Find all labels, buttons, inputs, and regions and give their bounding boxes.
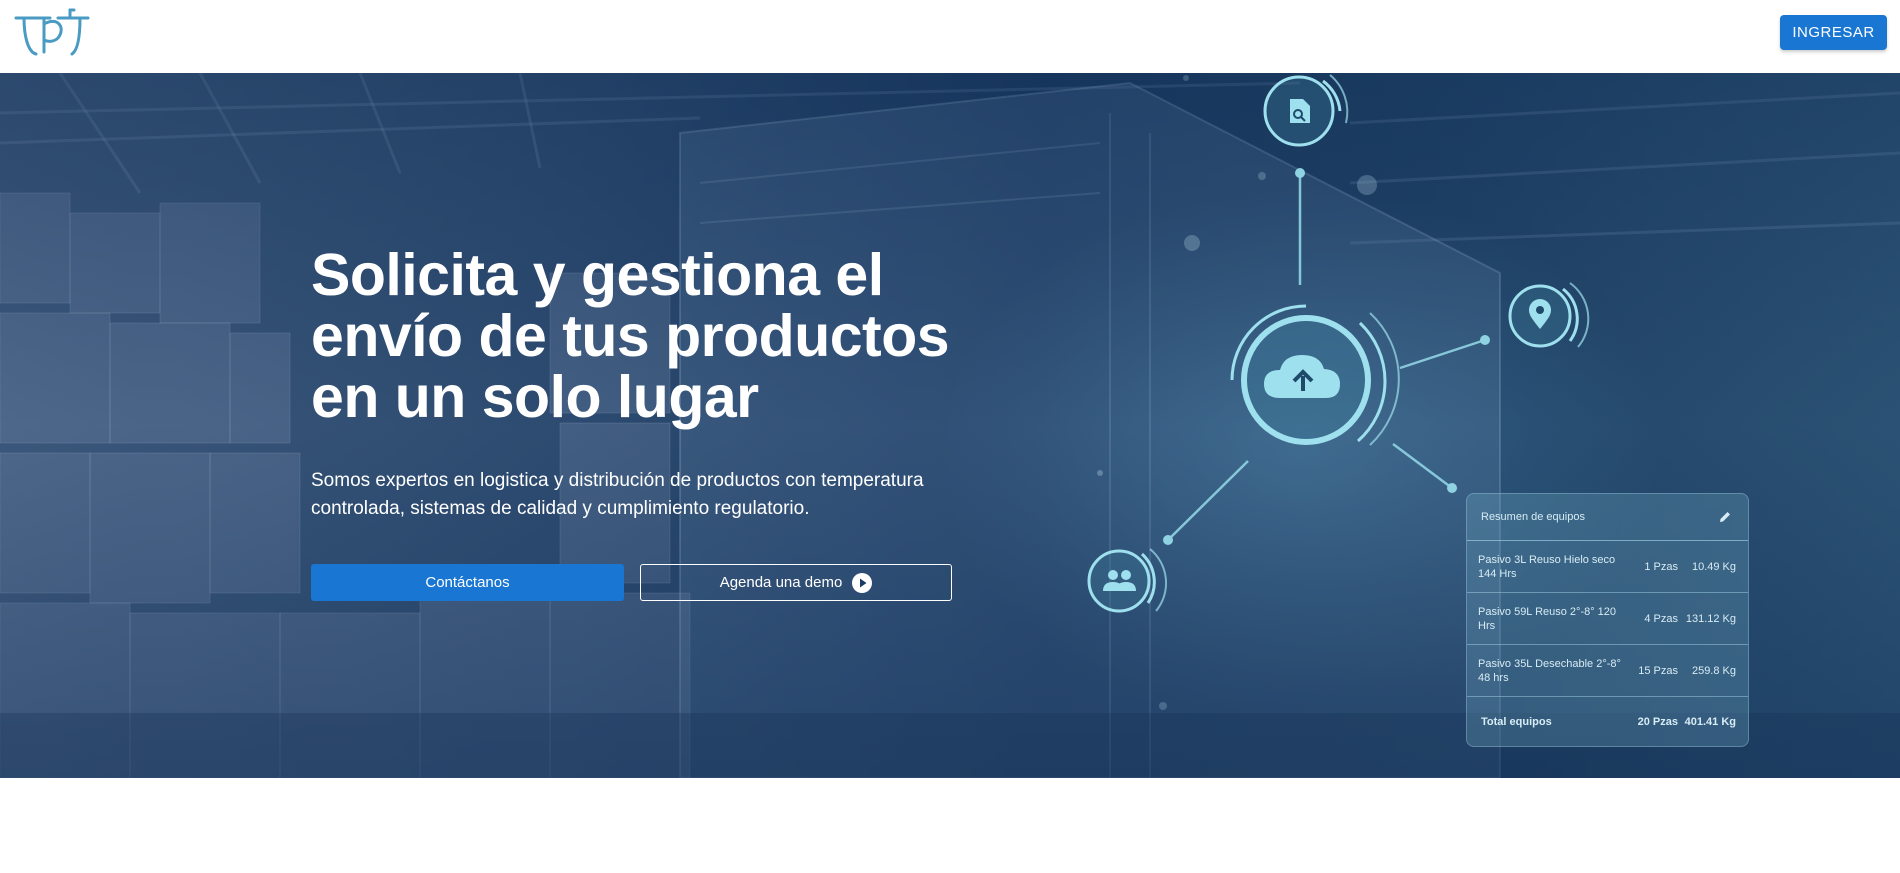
equipment-summary-card: Resumen de equipos Pasivo 3L Reuso Hielo… xyxy=(1466,493,1749,747)
hero-subtitle-line: controlada, sistemas de calidad y cumpli… xyxy=(311,498,810,519)
equipment-weight: 131.12 Kg xyxy=(1685,612,1736,625)
card-header: Resumen de equipos xyxy=(1467,494,1748,541)
site-header: INGRESAR xyxy=(0,0,1900,73)
location-node xyxy=(1508,282,1590,348)
equipment-weight: 259.8 Kg xyxy=(1691,664,1736,677)
equipment-qty: 1 Pzas xyxy=(1644,560,1678,573)
hero-title-line: envío de tus productos xyxy=(311,303,950,369)
hero-subtitle: Somos expertos en logistica y distribuci… xyxy=(311,467,951,523)
hero-title-line: Solicita y gestiona el xyxy=(311,242,884,308)
users-node xyxy=(1087,548,1168,613)
hero-title: Solicita y gestiona el envío de tus prod… xyxy=(311,245,1011,428)
equipment-name: Pasivo 3L Reuso Hielo seco 144 Hrs xyxy=(1478,553,1616,580)
equipment-weight: 10.49 Kg xyxy=(1691,560,1736,573)
document-node xyxy=(1263,74,1349,147)
schedule-demo-label: Agenda una demo xyxy=(719,574,843,591)
contact-button[interactable]: Contáctanos xyxy=(311,564,624,601)
edit-pencil-icon xyxy=(1720,512,1730,522)
total-qty: 20 Pzas xyxy=(1637,716,1678,728)
equipment-row: Pasivo 35L Desechable 2°-8° 48 hrs 15 Pz… xyxy=(1467,645,1748,697)
total-label: Total equipos xyxy=(1481,716,1552,728)
login-button[interactable]: INGRESAR xyxy=(1780,15,1887,50)
hero-subtitle-line: Somos expertos en logistica y distribuci… xyxy=(311,470,924,491)
hero-title-line: en un solo lugar xyxy=(311,364,759,430)
hero-section: Solicita y gestiona el envío de tus prod… xyxy=(0,73,1900,778)
equipment-row: Pasivo 59L Reuso 2°-8° 120 Hrs 4 Pzas 13… xyxy=(1467,593,1748,645)
schedule-demo-button[interactable]: Agenda una demo xyxy=(640,564,952,601)
equipment-qty: 15 Pzas xyxy=(1638,664,1678,677)
tpt-logo[interactable] xyxy=(14,6,90,58)
equipment-qty: 4 Pzas xyxy=(1644,612,1678,625)
equipment-total-row: Total equipos 20 Pzas 401.41 Kg xyxy=(1467,697,1748,747)
cloud-upload-node xyxy=(1230,304,1400,446)
card-title: Resumen de equipos xyxy=(1481,511,1585,523)
total-weight: 401.41 Kg xyxy=(1684,716,1736,728)
equipment-name: Pasivo 59L Reuso 2°-8° 120 Hrs xyxy=(1478,605,1617,632)
equipment-name: Pasivo 35L Desechable 2°-8° 48 hrs xyxy=(1478,657,1621,684)
equipment-row: Pasivo 3L Reuso Hielo seco 144 Hrs 1 Pza… xyxy=(1467,541,1748,593)
play-circle-icon xyxy=(852,572,873,593)
